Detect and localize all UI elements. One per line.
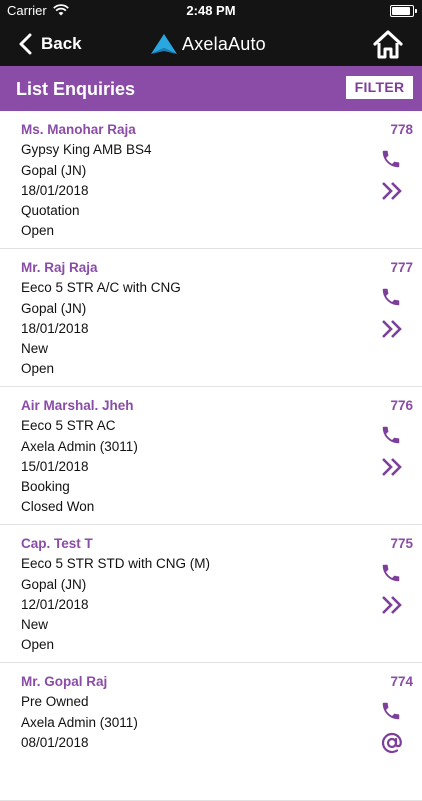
vehicle-model: Gypsy King AMB BS4: [21, 142, 152, 157]
phone-icon[interactable]: [380, 148, 402, 170]
vehicle-model: Eeco 5 STR STD with CNG (M): [21, 556, 211, 571]
customer-name[interactable]: Cap. Test T: [21, 536, 93, 551]
list-item[interactable]: Mr. Gopal Raj 774 Pre Owned Axela Admin …: [0, 663, 422, 801]
enquiry-status: Open: [21, 223, 55, 238]
filter-button[interactable]: FILTER: [346, 76, 413, 99]
phone-icon[interactable]: [380, 562, 402, 584]
enquiry-date: 18/01/2018: [21, 183, 89, 198]
phone-icon[interactable]: [380, 424, 402, 446]
clock: 2:48 PM: [186, 3, 236, 18]
enquiry-number: 778: [390, 122, 413, 137]
brand-logo: AxelaAuto: [150, 30, 266, 58]
enquiry-date: 18/01/2018: [21, 321, 89, 336]
enquiry-number: 776: [390, 398, 413, 413]
back-label: Back: [41, 34, 82, 53]
at-icon[interactable]: [380, 731, 404, 755]
chevron-left-icon: [19, 33, 32, 55]
customer-name[interactable]: Mr. Gopal Raj: [21, 674, 107, 689]
enquiry-date: 15/01/2018: [21, 459, 89, 474]
phone-icon[interactable]: [380, 286, 402, 308]
enquiry-number: 775: [390, 536, 413, 551]
enquiry-status: Closed Won: [21, 499, 95, 514]
enquiry-number: 777: [390, 260, 413, 275]
enquiry-stage: Booking: [21, 479, 70, 494]
enquiry-stage: Quotation: [21, 203, 80, 218]
navigation-bar: Back AxelaAuto: [0, 22, 422, 66]
list-item[interactable]: Ms. Manohar Raja 778 Gypsy King AMB BS4 …: [0, 111, 422, 249]
enquiry-status: Open: [21, 637, 55, 652]
enquiry-stage: New: [21, 617, 49, 632]
list-item[interactable]: Mr. Raj Raja 777 Eeco 5 STR A/C with CNG…: [0, 249, 422, 387]
enquiry-list: Ms. Manohar Raja 778 Gypsy King AMB BS4 …: [0, 111, 422, 801]
executive-name: Axela Admin (3011): [21, 439, 138, 454]
phone-icon[interactable]: [380, 700, 402, 722]
executive-name: Gopal (JN): [21, 163, 87, 178]
home-icon[interactable]: [372, 29, 404, 59]
executive-name: Axela Admin (3011): [21, 715, 138, 730]
enquiry-status: Open: [21, 361, 55, 376]
customer-name[interactable]: Mr. Raj Raja: [21, 260, 98, 275]
double-chevron-icon[interactable]: [380, 593, 404, 617]
status-bar: Carrier 2:48 PM: [0, 0, 422, 22]
brand-name: AxelaAuto: [182, 33, 266, 54]
list-item[interactable]: Air Marshal. Jheh 776 Eeco 5 STR AC Axel…: [0, 387, 422, 525]
enquiry-date: 12/01/2018: [21, 597, 89, 612]
vehicle-model: Pre Owned: [21, 694, 89, 709]
vehicle-model: Eeco 5 STR AC: [21, 418, 116, 433]
enquiry-number: 774: [390, 674, 413, 689]
list-item[interactable]: Cap. Test T 775 Eeco 5 STR STD with CNG …: [0, 525, 422, 663]
double-chevron-icon[interactable]: [380, 317, 404, 341]
customer-name[interactable]: Air Marshal. Jheh: [21, 398, 134, 413]
title-bar: List Enquiries FILTER: [0, 66, 422, 111]
battery-icon: [390, 5, 417, 17]
double-chevron-icon[interactable]: [380, 455, 404, 479]
axela-logo-icon: [151, 34, 177, 54]
customer-name[interactable]: Ms. Manohar Raja: [21, 122, 136, 137]
back-button[interactable]: Back: [18, 30, 82, 58]
executive-name: Gopal (JN): [21, 301, 87, 316]
page-title: List Enquiries: [16, 79, 136, 99]
enquiry-stage: New: [21, 341, 49, 356]
enquiry-date: 08/01/2018: [21, 735, 89, 750]
double-chevron-icon[interactable]: [380, 179, 404, 203]
executive-name: Gopal (JN): [21, 577, 87, 592]
vehicle-model: Eeco 5 STR A/C with CNG: [21, 280, 181, 295]
